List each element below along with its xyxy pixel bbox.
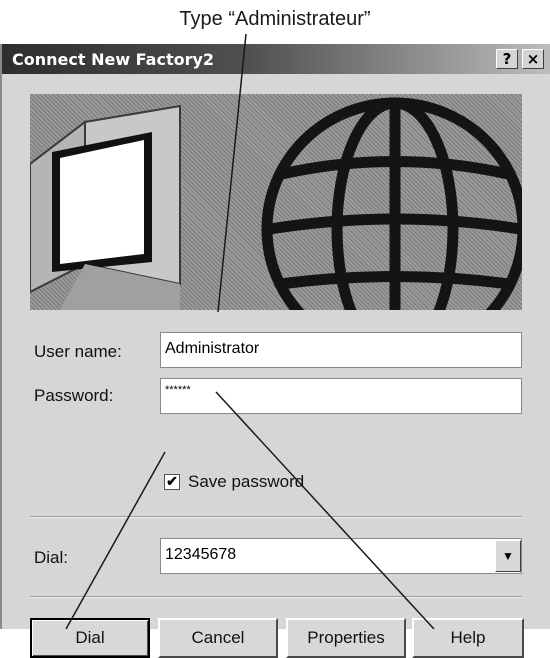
help-title-button[interactable]: ? (496, 49, 518, 69)
cancel-button[interactable]: Cancel (158, 618, 278, 658)
computer-monitor-icon (30, 104, 181, 310)
dial-number-select[interactable]: 12345678 (160, 538, 522, 574)
separator-bottom (30, 596, 522, 598)
title-bar[interactable]: Connect New Factory2 ? × (2, 44, 550, 74)
dial-dropdown-button[interactable]: ▼ (495, 540, 521, 572)
save-password-label: Save password (188, 472, 305, 491)
dial-button[interactable]: Dial (30, 618, 150, 658)
separator-top (30, 516, 522, 518)
password-label: Password: (34, 386, 114, 405)
chevron-down-icon: ▼ (502, 549, 514, 563)
callout-type-administrateur: Type “Administrateur” (179, 8, 371, 30)
checkmark-icon: ✔ (166, 473, 178, 489)
connection-banner (30, 94, 522, 310)
dial-label: Dial: (34, 548, 69, 567)
connect-dialog: Connect New Factory2 ? × User name: Admi (0, 44, 550, 658)
globe-icon (261, 97, 522, 310)
user-name-input[interactable]: Administrator (160, 332, 522, 368)
close-title-button[interactable]: × (522, 49, 544, 69)
properties-button[interactable]: Properties (286, 618, 406, 658)
password-input[interactable]: ****** (160, 378, 522, 414)
user-name-label: User name: (34, 342, 122, 361)
window-title: Connect New Factory2 (12, 50, 215, 69)
help-button[interactable]: Help (412, 618, 524, 658)
save-password-checkbox[interactable]: ✔ (164, 474, 180, 490)
